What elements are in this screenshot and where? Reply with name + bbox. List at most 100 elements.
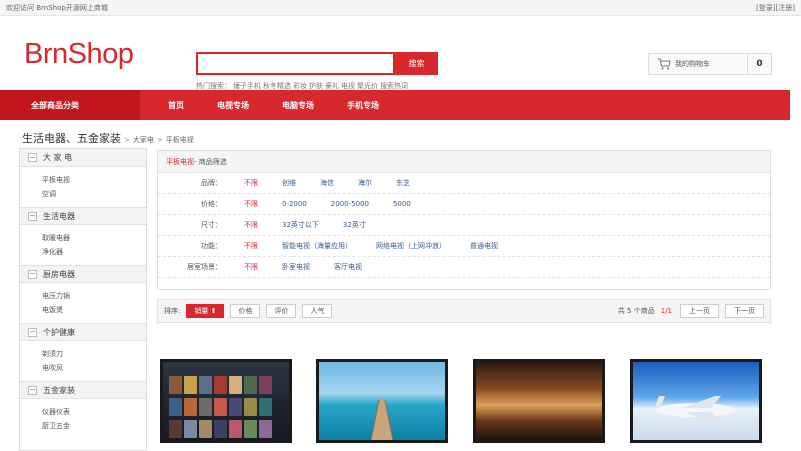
collapse-icon: −	[28, 327, 37, 337]
collapse-icon: −	[28, 269, 37, 279]
nav-item-tv[interactable]: 电视专场	[213, 100, 253, 111]
filter-current-category: 平板电视	[166, 157, 194, 166]
product-card[interactable]	[313, 358, 451, 451]
filter-option[interactable]: 32英寸	[343, 220, 366, 230]
category-link[interactable]: 电饭煲	[42, 303, 146, 317]
product-image[interactable]	[630, 359, 762, 443]
filter-option[interactable]: 创维	[282, 178, 296, 188]
tv-screen	[163, 362, 289, 440]
category-title-label: 厨房电器	[43, 269, 75, 279]
filter-option[interactable]: 东芝	[396, 178, 410, 188]
filter-option[interactable]: 不限	[244, 220, 258, 230]
category-title-label: 生活电器	[43, 211, 75, 221]
prev-page-button[interactable]: 上一页	[680, 304, 719, 318]
welcome-text: 欢迎访问 BrnShop开源网上商城	[6, 3, 108, 12]
all-categories-button[interactable]: 全部商品分类	[0, 90, 140, 120]
category-links: 仪器仪表 厨卫五金	[20, 399, 146, 439]
hot-word[interactable]: 锤子手机	[233, 82, 261, 90]
filter-panel: 平板电视 - 商品筛选 品牌： 不限 创维 海信 海尔 东芝 价格： 不限 0-…	[157, 150, 771, 290]
filter-label: 功能：	[201, 242, 222, 250]
filter-option[interactable]: 卧室电视	[282, 262, 310, 272]
category-title[interactable]: − 个护健康	[20, 323, 146, 341]
filter-option[interactable]: 不限	[244, 241, 258, 251]
login-link[interactable]: [登录]	[756, 4, 775, 12]
category-title[interactable]: − 生活电器	[20, 207, 146, 225]
category-link[interactable]: 厨卫五金	[42, 419, 146, 433]
hot-label: 热门搜索：	[196, 82, 231, 90]
filter-option[interactable]: 客厅电视	[334, 262, 362, 272]
filter-label: 品牌：	[201, 179, 222, 187]
filter-option[interactable]: 5000	[393, 200, 411, 208]
filter-row-brand: 品牌： 不限 创维 海信 海尔 东芝	[158, 173, 770, 194]
nav-item-home[interactable]: 首页	[164, 100, 188, 111]
filter-row-room: 居室场景： 不限 卧室电视 客厅电视	[158, 257, 770, 278]
filter-option[interactable]: 不限	[244, 262, 258, 272]
breadcrumb: 生活电器、五金家装 > 大家电 > 平板电视	[22, 130, 194, 146]
filter-option[interactable]: 网络电视（上网冲浪）	[376, 241, 446, 251]
category-link[interactable]: 电吹风	[42, 361, 146, 375]
filter-option[interactable]: 不限	[244, 199, 258, 209]
sort-popularity-button[interactable]: 人气	[302, 304, 333, 318]
breadcrumb-root[interactable]: 生活电器、五金家装	[22, 130, 121, 146]
filter-row-size: 尺寸： 不限 32英寸以下 32英寸	[158, 215, 770, 236]
filter-option[interactable]: 0-2000	[282, 200, 307, 208]
hot-word[interactable]: 秋冬精选	[263, 82, 291, 90]
product-image[interactable]	[473, 359, 605, 443]
filter-row-price: 价格： 不限 0-2000 2000-5000 5000	[158, 194, 770, 215]
filter-label: 尺寸：	[201, 221, 222, 229]
cart-button[interactable]: 我的购物车 0	[648, 53, 772, 75]
hot-word[interactable]: 豪礼	[325, 82, 339, 90]
sort-review-button[interactable]: 评价	[266, 304, 297, 318]
filter-label: 居室场景：	[187, 263, 222, 271]
hot-word[interactable]: 搜索热词	[380, 82, 408, 90]
category-title[interactable]: − 五金家装	[20, 381, 146, 399]
category-title-label: 大 家 电	[43, 153, 73, 162]
hot-word[interactable]: 聚光价	[357, 82, 378, 90]
product-image[interactable]	[160, 359, 292, 443]
tv-screen	[633, 362, 759, 440]
search-bar: 搜索	[196, 52, 438, 75]
category-link[interactable]: 剃须刀	[42, 347, 146, 361]
filter-row-function: 功能： 不限 智能电视（海量应用） 网络电视（上网冲浪） 普通电视	[158, 236, 770, 257]
filter-option[interactable]: 不限	[244, 178, 258, 188]
filter-header: 平板电视 - 商品筛选	[158, 151, 770, 173]
category-links: 平板电视 空调	[20, 167, 146, 207]
filter-option[interactable]: 海信	[320, 178, 334, 188]
product-card[interactable]	[157, 358, 295, 451]
collapse-icon: −	[28, 211, 37, 221]
category-title[interactable]: − 厨房电器	[20, 265, 146, 283]
search-input[interactable]	[196, 52, 395, 75]
hot-word[interactable]: 电视	[341, 82, 355, 90]
nav-item-computer[interactable]: 电脑专场	[278, 100, 318, 111]
page-indicator: 1/1	[660, 307, 672, 315]
filter-option[interactable]: 2000-5000	[331, 200, 369, 208]
product-card[interactable]	[470, 358, 608, 451]
category-link[interactable]: 空调	[42, 187, 146, 201]
product-image[interactable]	[316, 359, 448, 443]
register-link[interactable]: [注册]	[776, 4, 795, 12]
sort-sales-button[interactable]: 销量 ⬆	[186, 304, 225, 318]
category-link[interactable]: 电压力锅	[42, 289, 146, 303]
breadcrumb-level1[interactable]: 大家电	[133, 135, 154, 145]
next-page-button[interactable]: 下一页	[725, 304, 764, 318]
collapse-icon: −	[28, 385, 37, 395]
filter-option[interactable]: 智能电视（海量应用）	[282, 241, 352, 251]
nav-item-phone[interactable]: 手机专场	[343, 100, 383, 111]
category-links: 电压力锅 电饭煲	[20, 283, 146, 323]
breadcrumb-separator: >	[156, 136, 163, 144]
category-link[interactable]: 仪器仪表	[42, 405, 146, 419]
product-card[interactable]	[627, 358, 765, 451]
category-title[interactable]: − 大 家 电	[20, 149, 146, 167]
hot-word[interactable]: 彩妆	[293, 82, 307, 90]
filter-option[interactable]: 普通电视	[470, 241, 498, 251]
hot-word[interactable]: 护肤	[309, 82, 323, 90]
category-links: 取暖电器 净化器	[20, 225, 146, 265]
search-button[interactable]: 搜索	[395, 52, 438, 75]
filter-option[interactable]: 32英寸以下	[282, 220, 319, 230]
filter-option[interactable]: 海尔	[358, 178, 372, 188]
logo[interactable]: BrnShop	[24, 38, 134, 71]
category-link[interactable]: 净化器	[42, 245, 146, 259]
category-link[interactable]: 平板电视	[42, 173, 146, 187]
category-link[interactable]: 取暖电器	[42, 231, 146, 245]
sort-price-button[interactable]: 价格	[230, 304, 261, 318]
